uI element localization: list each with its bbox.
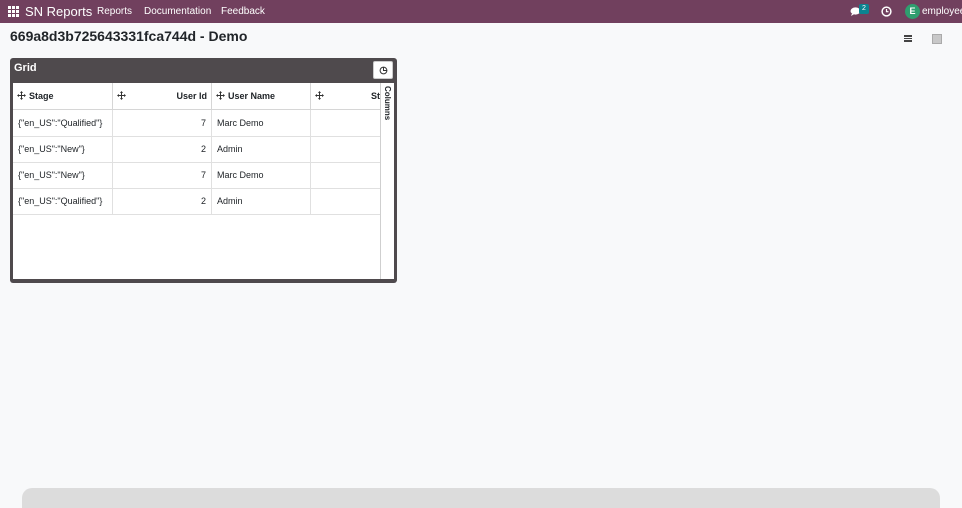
cell-user-name: Admin [212, 136, 311, 162]
menu-item-reports[interactable]: Reports [97, 6, 132, 17]
column-label-user-name: User Name [228, 91, 276, 101]
apps-icon[interactable] [8, 6, 19, 17]
data-grid: Stage User Id User Name St {"en_US":"Qua… [13, 83, 381, 279]
cell-user-id: 7 [113, 110, 212, 136]
grid-title: Grid [14, 62, 37, 74]
pivot-view-icon [932, 34, 942, 44]
menu-item-documentation[interactable]: Documentation [144, 6, 211, 17]
column-label-stage: Stage [29, 91, 54, 101]
grid-menu-button[interactable] [373, 61, 393, 79]
column-header-st[interactable]: St [311, 83, 381, 109]
grid-menu-icon [379, 66, 387, 75]
columns-side-panel: Columns [380, 83, 394, 279]
pivot-view-button[interactable] [926, 28, 948, 48]
bottom-scroll-area [22, 488, 940, 508]
table-row[interactable]: {"en_US":"Qualified"} 2 Admin [13, 188, 381, 215]
move-icon[interactable] [315, 91, 324, 100]
cell-stage: {"en_US":"Qualified"} [13, 110, 113, 136]
cell-st [311, 188, 381, 214]
table-row[interactable]: {"en_US":"New"} 7 Marc Demo [13, 162, 381, 189]
column-header-user-name[interactable]: User Name [212, 83, 311, 109]
column-header-stage[interactable]: Stage [13, 83, 113, 109]
cell-user-id: 2 [113, 188, 212, 214]
move-icon[interactable] [216, 91, 225, 100]
menu-item-feedback[interactable]: Feedback [221, 6, 265, 17]
move-icon[interactable] [117, 91, 126, 100]
move-icon[interactable] [17, 91, 26, 100]
page-title: 669a8d3b725643331fca744d - Demo [10, 28, 248, 44]
column-label-user-id: User Id [176, 91, 207, 101]
grid-panel: Grid Stage User Id User Name St {"en_US"… [10, 58, 397, 283]
grid-body: Stage User Id User Name St {"en_US":"Qua… [13, 83, 394, 279]
cell-stage: {"en_US":"New"} [13, 162, 113, 188]
column-header-user-id[interactable]: User Id [113, 83, 212, 109]
cell-st [311, 110, 381, 136]
cell-stage: {"en_US":"Qualified"} [13, 188, 113, 214]
user-menu[interactable]: employee [922, 6, 962, 17]
table-row[interactable]: {"en_US":"New"} 2 Admin [13, 136, 381, 163]
cell-user-id: 2 [113, 136, 212, 162]
grid-header-row: Stage User Id User Name St [13, 83, 381, 110]
top-navbar: SN Reports Reports Documentation Feedbac… [0, 0, 962, 23]
app-brand[interactable]: SN Reports [25, 4, 92, 19]
cell-user-name: Marc Demo [212, 162, 311, 188]
table-row[interactable]: {"en_US":"Qualified"} 7 Marc Demo [13, 110, 381, 137]
cell-st [311, 162, 381, 188]
chat-count-badge: 2 [859, 4, 869, 14]
cell-st [311, 136, 381, 162]
list-view-button[interactable] [901, 32, 915, 44]
cell-user-name: Admin [212, 188, 311, 214]
clock-icon[interactable] [881, 6, 892, 17]
column-label-st: St [371, 91, 380, 101]
columns-tab[interactable]: Columns [383, 86, 392, 120]
cell-user-id: 7 [113, 162, 212, 188]
cell-stage: {"en_US":"New"} [13, 136, 113, 162]
avatar[interactable]: E [905, 4, 920, 19]
cell-user-name: Marc Demo [212, 110, 311, 136]
